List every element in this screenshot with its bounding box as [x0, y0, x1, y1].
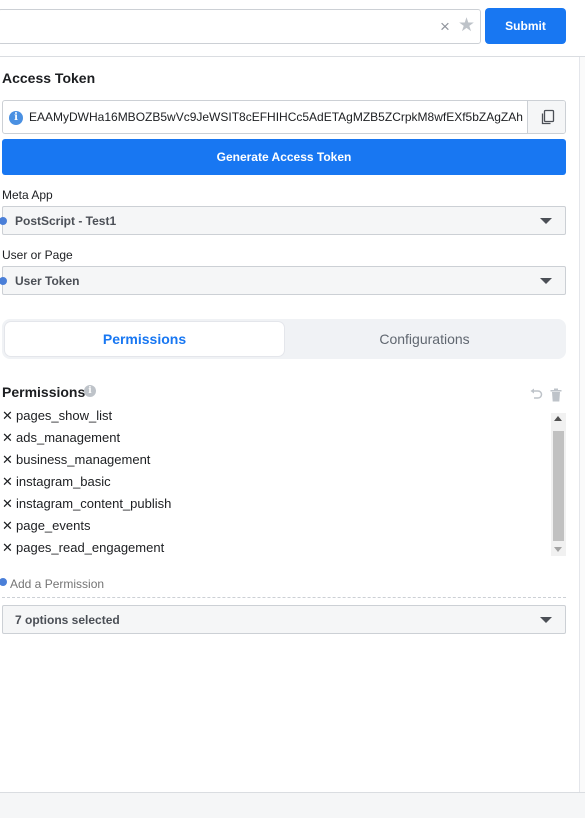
permission-item: ✕ pages_read_engagement [2, 540, 164, 556]
permission-item: ✕ ads_management [2, 430, 120, 452]
meta-app-select[interactable]: PostScript - Test1 [0, 206, 566, 235]
remove-icon[interactable]: ✕ [2, 474, 14, 490]
permissions-selected-summary: 7 options selected [15, 613, 120, 627]
handle-dot [0, 578, 7, 586]
remove-icon[interactable]: ✕ [2, 408, 14, 424]
permission-label: pages_show_list [16, 408, 113, 423]
tab-permissions[interactable]: Permissions [5, 322, 284, 356]
clear-icon[interactable]: × [440, 17, 450, 37]
search-input[interactable] [5, 16, 425, 38]
user-or-page-value: User Token [15, 274, 80, 288]
remove-icon[interactable]: ✕ [2, 496, 14, 512]
permissions-select[interactable]: 7 options selected [2, 605, 566, 634]
meta-app-label: Meta App [2, 188, 53, 202]
scroll-thumb[interactable] [553, 431, 564, 541]
permission-list: ✕ pages_show_list ✕ ads_management ✕ busine… [0, 406, 566, 556]
info-icon: i [84, 385, 96, 397]
bottom-bar [0, 792, 585, 818]
permissions-title: Permissions [2, 384, 86, 400]
generate-access-token-button[interactable]: Generate Access Token [2, 139, 566, 175]
access-token-title: Access Token [2, 70, 96, 86]
remove-icon[interactable]: ✕ [2, 430, 14, 446]
meta-app-value: PostScript - Test1 [15, 214, 117, 228]
permission-item: ✕ page_events [2, 518, 90, 540]
permission-item: ✕ instagram_basic [2, 474, 111, 496]
permission-list-scrollbar[interactable] [551, 413, 566, 556]
caret-down-icon [540, 617, 552, 623]
handle-dot [0, 277, 7, 285]
copy-button[interactable] [527, 101, 565, 133]
scroll-down-icon[interactable] [554, 547, 562, 552]
divider [2, 597, 566, 598]
permission-item: ✕ business_management [2, 452, 150, 474]
top-bar: × ★ Submit [0, 0, 585, 57]
caret-down-icon [540, 218, 552, 224]
permission-label: page_events [16, 518, 91, 533]
user-or-page-select[interactable]: User Token [0, 266, 566, 295]
permission-item: ✕ instagram_content_publish [2, 496, 171, 518]
star-icon[interactable]: ★ [458, 16, 475, 36]
permission-label: instagram_basic [16, 474, 111, 489]
add-permission-input[interactable] [10, 577, 310, 591]
permission-item: ✕ pages_show_list [2, 408, 112, 430]
permission-label: instagram_content_publish [16, 496, 172, 511]
submit-button[interactable]: Submit [485, 8, 566, 44]
permission-label: business_management [16, 452, 151, 467]
copy-icon [541, 109, 555, 125]
undo-icon[interactable] [529, 388, 543, 402]
user-or-page-label: User or Page [2, 248, 73, 262]
trash-icon[interactable] [550, 388, 562, 402]
tab-configurations[interactable]: Configurations [285, 322, 564, 356]
search-box[interactable]: × ★ [0, 9, 481, 44]
remove-icon[interactable]: ✕ [2, 518, 14, 534]
access-token-field[interactable]: i EAAMyDWHa16MBOZB5wVc9JeWSIT8cEFHIHCc5A… [2, 100, 566, 134]
scroll-up-icon[interactable] [554, 416, 562, 421]
remove-icon[interactable]: ✕ [2, 540, 14, 556]
permission-label: ads_management [16, 430, 121, 445]
caret-down-icon [540, 278, 552, 284]
access-token-value[interactable]: EAAMyDWHa16MBOZB5wVc9JeWSIT8cEFHIHCc5AdE… [29, 110, 523, 124]
handle-dot [0, 217, 7, 225]
info-icon: i [9, 111, 23, 125]
page-scrollbar[interactable] [579, 57, 585, 792]
tab-bar: Permissions Configurations [2, 319, 566, 359]
permission-label: pages_read_engagement [16, 540, 165, 555]
remove-icon[interactable]: ✕ [2, 452, 14, 468]
